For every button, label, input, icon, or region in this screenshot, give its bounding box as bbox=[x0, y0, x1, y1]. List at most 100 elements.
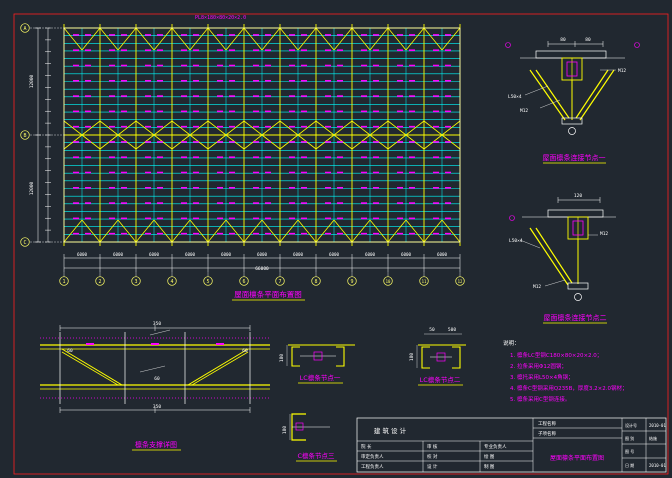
purlin-tag bbox=[145, 125, 151, 128]
purlin-tag bbox=[85, 80, 91, 82]
brace-diagonal bbox=[207, 219, 227, 243]
ref-mark bbox=[505, 42, 511, 48]
purlin-tag bbox=[217, 156, 223, 159]
purlin-tag bbox=[121, 141, 127, 143]
brace-diagonal bbox=[333, 120, 353, 136]
purlin-tag bbox=[289, 232, 295, 235]
bolt-circle bbox=[574, 293, 582, 301]
plan-bay-dim: 6000 bbox=[185, 252, 196, 257]
brace-diagonal bbox=[63, 219, 83, 243]
purlin-tag bbox=[445, 202, 451, 204]
purlin-tag bbox=[397, 187, 403, 189]
purlin-tag bbox=[265, 232, 271, 235]
brace-diagonal bbox=[369, 120, 389, 136]
column-grid-label: 6 bbox=[242, 279, 245, 285]
purlin-tag bbox=[301, 217, 307, 220]
purlin-tag bbox=[157, 217, 163, 220]
purlin-tag bbox=[433, 187, 439, 189]
detail2-dim: 120 bbox=[574, 193, 582, 199]
purlin-tag bbox=[121, 232, 127, 235]
purlin-tag bbox=[337, 171, 343, 174]
purlin-tag bbox=[73, 125, 79, 128]
purlin-tag bbox=[265, 187, 271, 189]
purlin-tag bbox=[85, 49, 91, 52]
purlin-tag bbox=[157, 80, 163, 82]
brace-diagonal bbox=[387, 120, 407, 136]
purlin-tag bbox=[433, 64, 439, 67]
purlin-tag bbox=[193, 217, 199, 220]
brace-diagonal bbox=[405, 120, 425, 136]
purlin-tag bbox=[361, 187, 367, 189]
purlin-tag bbox=[373, 95, 379, 97]
cad-drawing-canvas: 12000 12000 A B C 6000 6000 6000 6000 6000 6000 600… bbox=[13, 13, 669, 475]
purlin-tag bbox=[301, 187, 307, 189]
purlin-tag bbox=[301, 49, 307, 52]
brace-diagonal bbox=[63, 27, 83, 51]
purlin-tag bbox=[181, 34, 187, 36]
purlin-tag bbox=[265, 49, 271, 52]
plan-bay-dim: 6000 bbox=[365, 252, 376, 257]
purlin-tag bbox=[409, 125, 415, 128]
purlin-tag bbox=[193, 141, 199, 143]
purlin-tag bbox=[289, 202, 295, 204]
bracing-dim-b: 350 bbox=[153, 404, 161, 410]
purlin-tag bbox=[397, 217, 403, 220]
title-block-left-row-2: 审定负责人 bbox=[361, 453, 384, 460]
brace-diagonal bbox=[243, 120, 263, 136]
callout-line bbox=[519, 239, 541, 249]
column-grid-label: 7 bbox=[278, 279, 281, 285]
title-block-right-row-3: 制 图 bbox=[484, 463, 495, 470]
purlin-tag bbox=[145, 232, 151, 235]
purlin-tag bbox=[73, 64, 79, 67]
purlin-tag bbox=[73, 187, 79, 189]
purlin-tag bbox=[145, 217, 151, 220]
purlin-tag bbox=[109, 110, 115, 113]
purlin-tag bbox=[397, 80, 403, 82]
purlin-tag bbox=[325, 125, 331, 128]
purlin-tag bbox=[229, 171, 235, 174]
brace-diagonal bbox=[423, 27, 443, 51]
brace-diagonal bbox=[81, 120, 101, 136]
purlin-tag bbox=[253, 171, 259, 174]
purlin-tag bbox=[373, 34, 379, 36]
brace-mark bbox=[151, 343, 159, 345]
purlin-tag bbox=[373, 217, 379, 220]
purlin-tag bbox=[337, 95, 343, 97]
purlin-tag bbox=[409, 141, 415, 143]
purlin-tag bbox=[325, 202, 331, 204]
purlin-tag bbox=[325, 141, 331, 143]
purlin-tag bbox=[121, 80, 127, 82]
purlin-tag bbox=[109, 217, 115, 220]
purlin-tag bbox=[301, 232, 307, 235]
purlin-tag bbox=[265, 141, 271, 143]
detail2-callout-b: M12 bbox=[533, 284, 541, 290]
purlin-tag bbox=[397, 141, 403, 143]
purlin-tag bbox=[217, 141, 223, 143]
purlin-tag bbox=[265, 95, 271, 97]
brace-right bbox=[579, 69, 615, 121]
purlin-tag bbox=[445, 232, 451, 235]
column-grid-label: 9 bbox=[350, 279, 353, 285]
purlin-tag bbox=[181, 202, 187, 204]
purlin-tag bbox=[181, 171, 187, 174]
section3-title: C檩条节点三 bbox=[297, 451, 335, 460]
brace-diagonal bbox=[225, 27, 245, 51]
purlin-tag bbox=[397, 110, 403, 113]
purlin-tag bbox=[229, 34, 235, 36]
purlin-tag bbox=[73, 34, 79, 36]
purlin-tag bbox=[325, 217, 331, 220]
purlin-tag bbox=[217, 217, 223, 220]
purlin-tag bbox=[121, 171, 127, 174]
purlin-tag bbox=[289, 34, 295, 36]
purlin-tag bbox=[85, 232, 91, 235]
purlin-tag bbox=[265, 125, 271, 128]
purlin-tag bbox=[325, 34, 331, 36]
purlin-tag bbox=[373, 141, 379, 143]
brace-diagonal bbox=[153, 219, 173, 243]
purlin-tag bbox=[73, 202, 79, 204]
purlin-tag bbox=[433, 171, 439, 174]
purlin-tag bbox=[217, 232, 223, 235]
brace-diagonal bbox=[117, 120, 137, 136]
purlin-tag bbox=[73, 80, 79, 82]
note-item-5: 5. 檩条采用C型钢连接。 bbox=[510, 395, 570, 403]
